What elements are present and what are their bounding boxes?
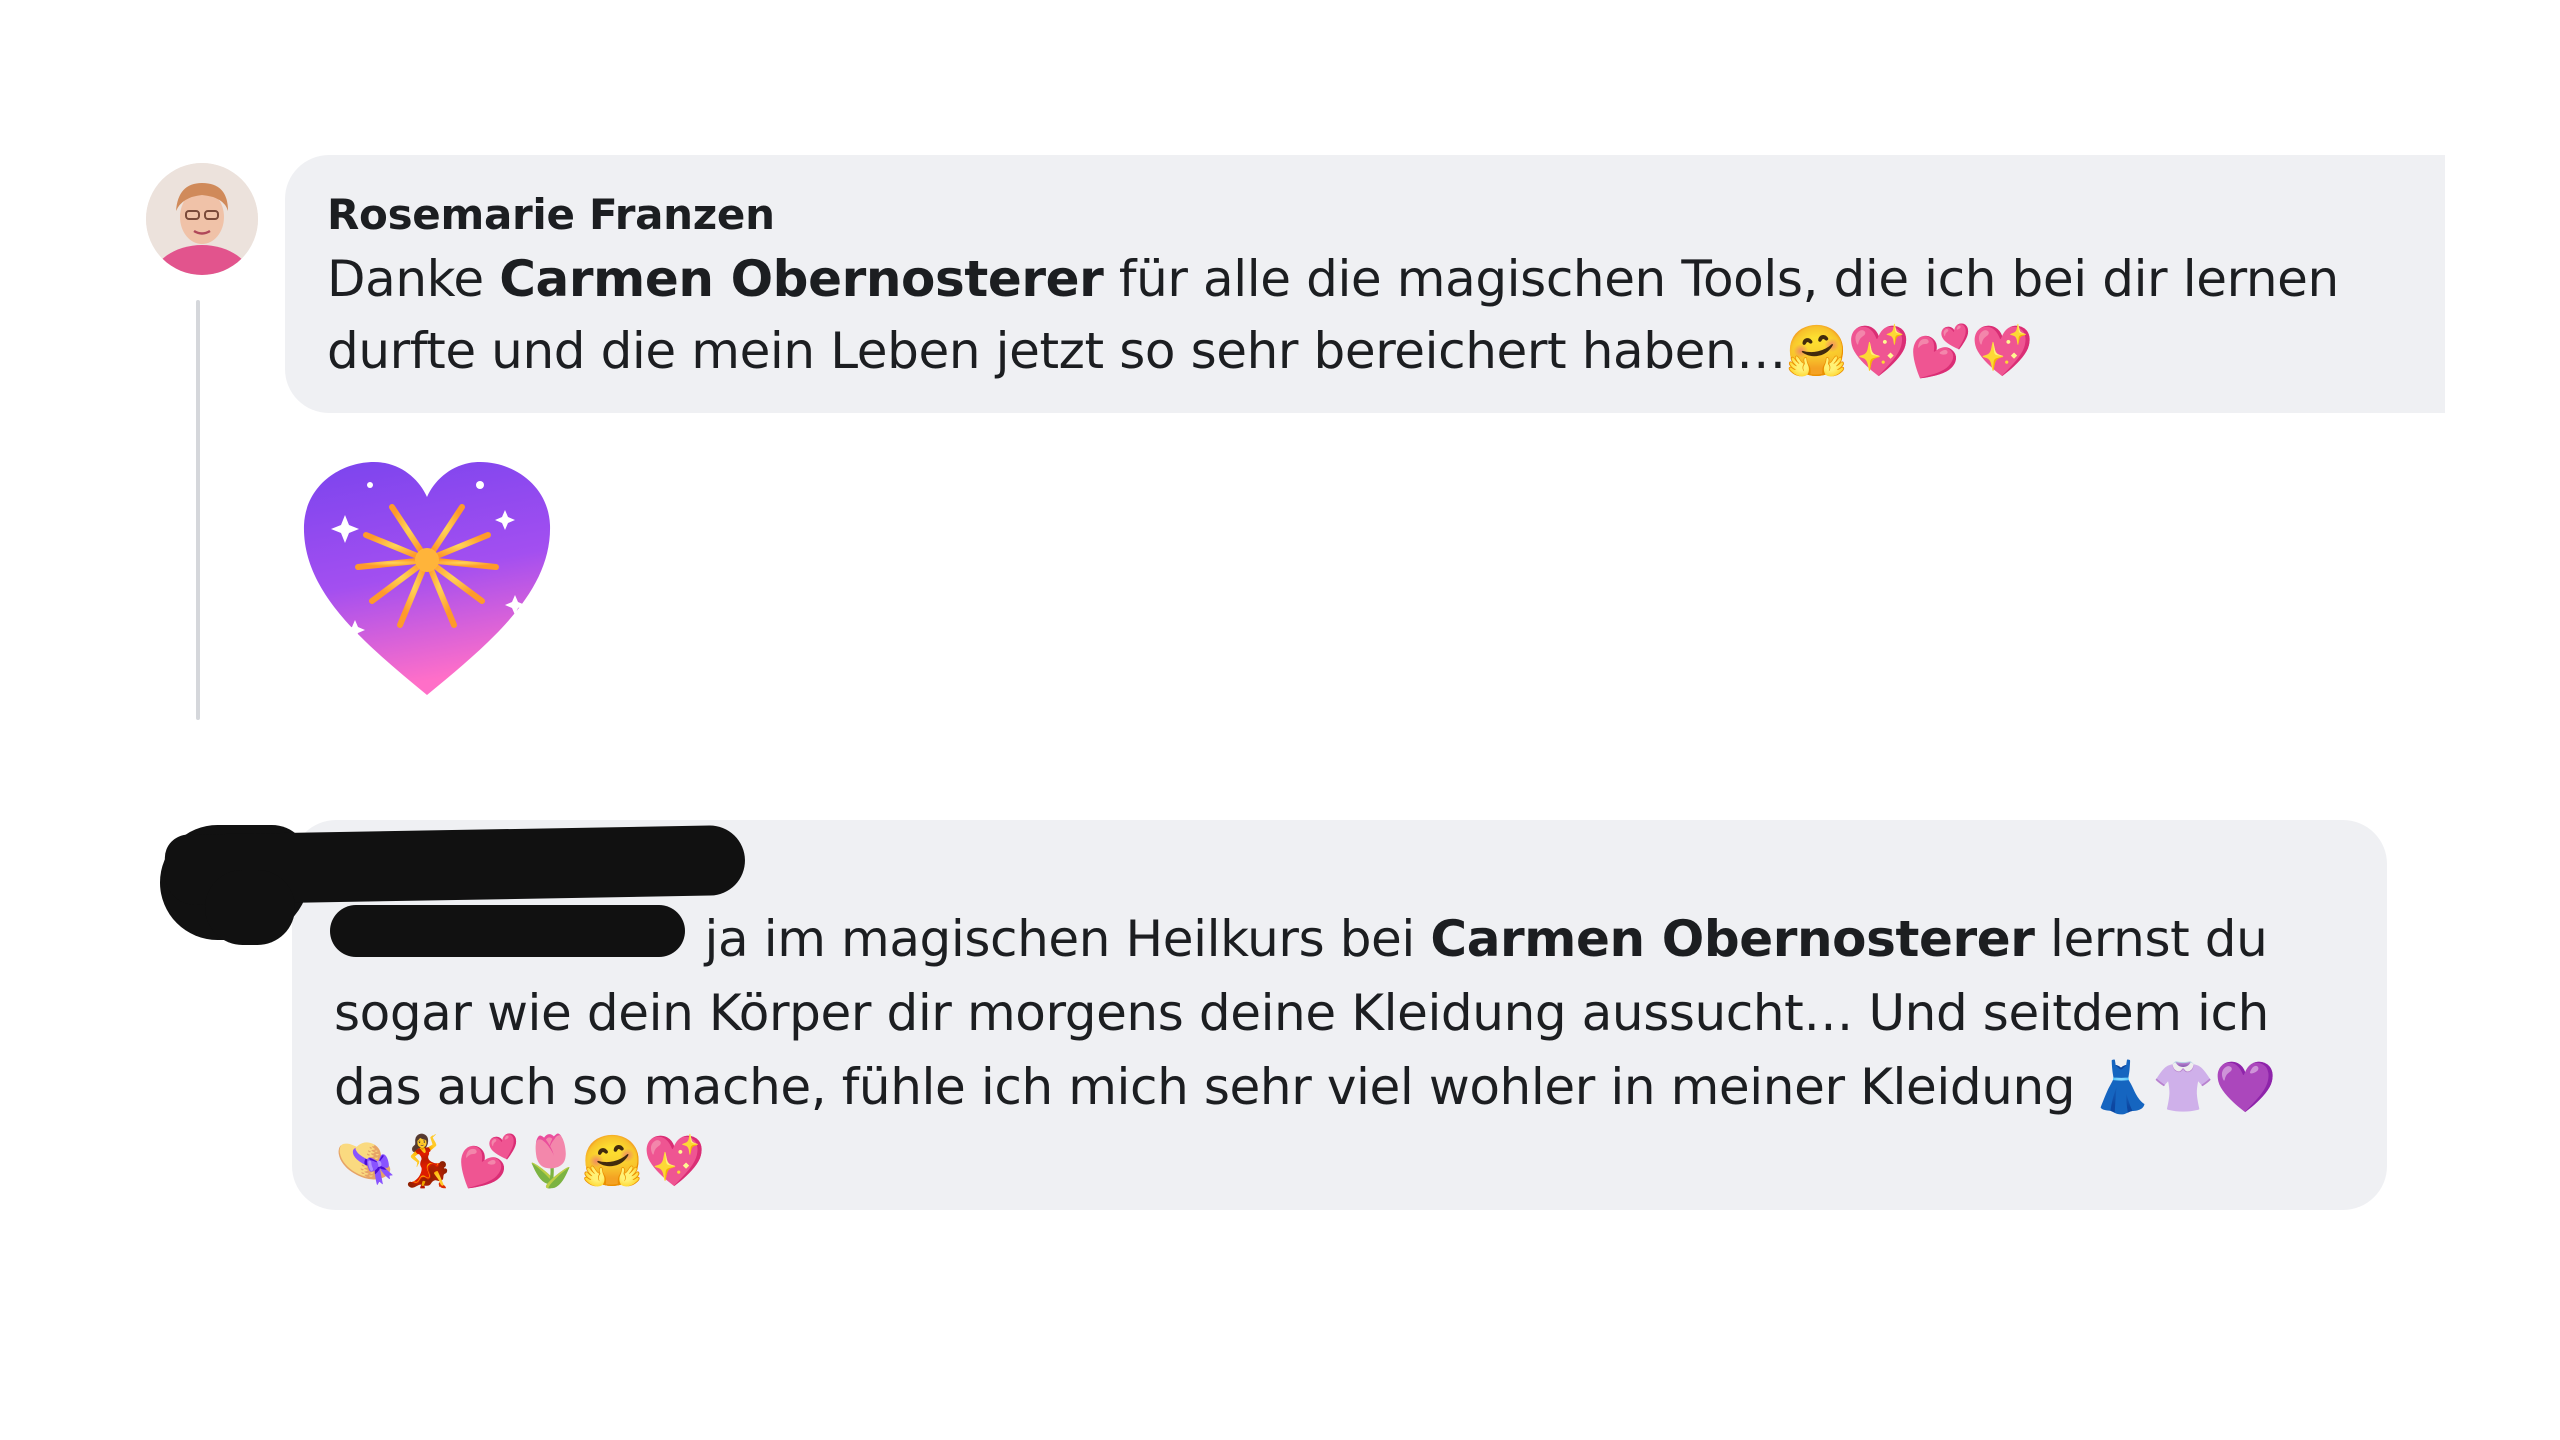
avatar[interactable] (146, 163, 258, 275)
thread-line (196, 300, 200, 720)
comment-thread: Rosemarie Franzen Danke Carmen Obernoste… (0, 0, 2560, 1440)
comment-text-part: Danke (327, 250, 500, 308)
avatar-photo (146, 163, 258, 275)
comment-author[interactable]: Rosemarie Franzen (327, 187, 2401, 243)
mention-link[interactable]: Carmen Obernosterer (499, 250, 1104, 308)
redaction-mark (330, 905, 685, 957)
emoji-group: 🤗💖💕💖 (1785, 322, 2034, 380)
comment-bubble: Rosemarie Franzen Danke Carmen Obernoste… (285, 155, 2445, 413)
comment-text-part: ja im magischen Heilkurs bei (689, 910, 1431, 968)
redaction-mark (205, 870, 295, 945)
firework-heart-icon (300, 455, 554, 700)
comment-text: Danke Carmen Obernosterer für alle die m… (327, 243, 2401, 387)
mention-link[interactable]: Carmen Obernosterer (1430, 910, 2035, 968)
